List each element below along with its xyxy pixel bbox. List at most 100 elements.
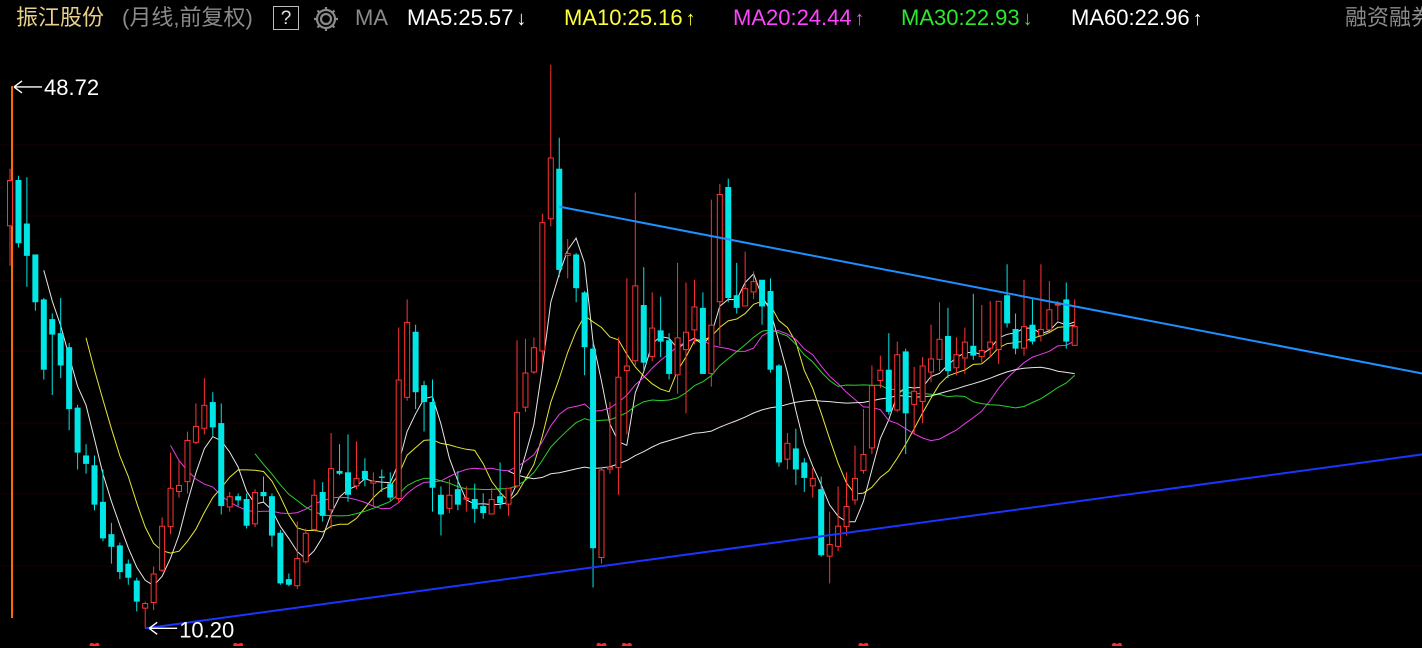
candle-up (615, 376, 622, 469)
candle-up (159, 525, 166, 571)
candle-down (801, 462, 808, 478)
candle-up (226, 496, 233, 508)
candle-down (285, 579, 292, 585)
candle-down (133, 580, 140, 602)
gear-icon[interactable] (312, 5, 340, 39)
candle-down (666, 340, 673, 374)
candle-up (928, 358, 935, 373)
candle-up (691, 306, 698, 331)
ma20-value: MA20:24.44 (733, 5, 852, 30)
moving-average-lines (43, 237, 1076, 587)
candle-down (581, 292, 588, 348)
candle-up (353, 477, 360, 487)
candlestick-chart[interactable]: 48.72 10.20 (0, 38, 1422, 648)
candle-up (961, 341, 968, 359)
candle-down (412, 331, 419, 393)
candle-up (623, 365, 630, 372)
candle-up (463, 497, 470, 500)
candle-up (852, 477, 858, 501)
candle-up (843, 506, 850, 528)
candle-up (674, 337, 681, 376)
ma30-value: MA30:22.93 (901, 5, 1020, 30)
ma20-indicator[interactable]: MA20:24.44 ↑ (733, 5, 865, 32)
candle-up (911, 390, 918, 405)
trendline-upper (559, 205, 1422, 375)
candle-up (7, 179, 13, 227)
candle-down (1012, 328, 1019, 349)
candle-down (725, 186, 732, 299)
stock-name[interactable]: 振江股份 (16, 5, 104, 31)
candle-down (361, 470, 368, 480)
candle-down (57, 333, 64, 366)
candle-up (598, 469, 605, 559)
candle-down (387, 483, 394, 498)
candle-down (590, 348, 597, 549)
candle-up (742, 288, 749, 307)
candle-up (716, 194, 723, 303)
candle-down (83, 455, 90, 464)
candle-up (142, 603, 149, 609)
candle-down (657, 330, 664, 342)
candle-down (23, 223, 30, 256)
candle-up (201, 404, 208, 429)
ma60-indicator[interactable]: MA60:22.96 ↑ (1071, 5, 1203, 32)
candle-up (184, 439, 191, 483)
candle-up (252, 491, 259, 525)
candle-up (404, 321, 411, 398)
ma10-indicator[interactable]: MA10:25.16 ↑ (564, 5, 696, 32)
max-price-label: 48.72 (44, 75, 99, 100)
candle-down (556, 168, 563, 270)
candle-up (868, 385, 875, 449)
candle-down (640, 305, 647, 363)
extreme-labels: 48.72 10.20 (13, 75, 234, 642)
trendlines (145, 205, 1422, 630)
help-button[interactable]: ? (273, 6, 299, 30)
candle-down (573, 254, 580, 289)
candle-up (564, 253, 571, 256)
candle-down (497, 496, 504, 504)
candle-up (1046, 309, 1053, 331)
candle-down (15, 179, 22, 244)
candle-up (505, 487, 512, 505)
candle-up (1071, 326, 1078, 346)
max-arrow-icon (13, 80, 42, 94)
candle-down (944, 335, 951, 372)
candle-down (268, 496, 275, 536)
candle-down (454, 489, 461, 505)
candle-up (302, 532, 309, 563)
candle-down (970, 345, 977, 356)
candle-up (953, 354, 960, 369)
candle-down (792, 448, 799, 470)
candle-up (328, 468, 335, 511)
candle-up (835, 525, 842, 547)
event-marker-icon (621, 642, 632, 646)
candle-down (885, 369, 892, 412)
min-price-label: 10.20 (179, 617, 234, 642)
candle-up (987, 341, 994, 349)
ma5-line (43, 237, 1075, 587)
candle-down (1004, 295, 1011, 324)
candle-up (530, 347, 537, 373)
candle-down (345, 472, 351, 495)
candle-down (421, 385, 428, 403)
candle-down (260, 491, 267, 497)
ma60-arrow-icon: ↑ (1192, 8, 1203, 30)
candle-up (894, 354, 901, 411)
event-marker-icon (596, 642, 607, 646)
ma30-indicator[interactable]: MA30:22.93 ↓ (901, 5, 1033, 32)
ma-label[interactable]: MA (355, 5, 388, 31)
candle-down (116, 545, 123, 573)
candle-down (1029, 324, 1036, 342)
ma5-indicator[interactable]: MA5:25.57 ↓ (407, 5, 526, 32)
candle-down (243, 499, 250, 526)
period-label[interactable]: (月线,前复权) (122, 5, 253, 31)
margin-trading-tab[interactable]: 融资融券 (1345, 5, 1422, 31)
candle-down (429, 402, 436, 488)
candle-down (733, 295, 740, 308)
candle-up (826, 543, 833, 557)
candle-down (209, 402, 216, 428)
candle-up (978, 350, 985, 358)
candle-up (784, 442, 791, 460)
candle-down (218, 423, 225, 507)
candle-up (936, 338, 943, 360)
